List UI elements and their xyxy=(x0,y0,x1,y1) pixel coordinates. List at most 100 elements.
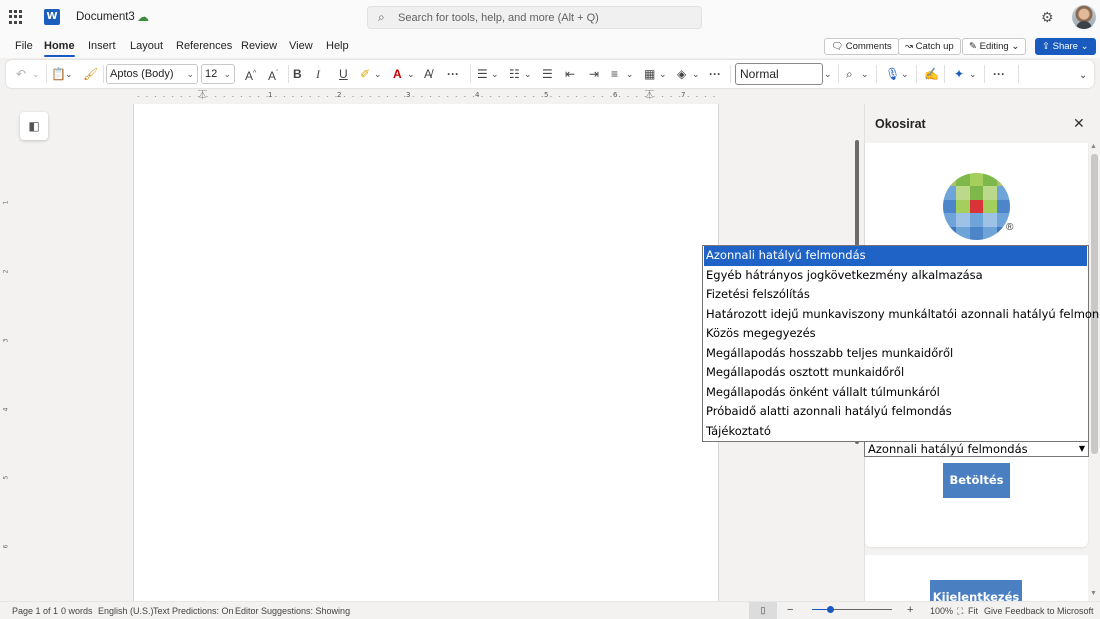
chevron-down-icon[interactable]: ⌄ xyxy=(901,67,909,81)
document-scrollbar[interactable] xyxy=(855,140,859,250)
shading-icon[interactable]: ◈ xyxy=(677,67,686,81)
style-box[interactable]: Normal xyxy=(735,63,823,85)
paste-dropdown-icon[interactable]: ⌄ xyxy=(65,67,73,81)
grow-font-icon[interactable]: A^ xyxy=(245,67,256,83)
styles-dropdown-icon[interactable]: ⌄ xyxy=(824,67,832,81)
document-page[interactable] xyxy=(133,104,719,601)
expand-ribbon-chevron-icon[interactable]: ⌄ xyxy=(1079,69,1087,83)
tab-insert[interactable]: Insert xyxy=(88,40,116,52)
search-box[interactable]: ⌕ Search for tools, help, and more (Alt … xyxy=(367,6,702,29)
divider xyxy=(944,65,945,83)
dropdown-option[interactable]: Egyéb hátrányos jogkövetkezmény alkalmaz… xyxy=(704,266,983,286)
editor-suggestions-status[interactable]: Editor Suggestions: Showing xyxy=(235,606,350,616)
chevron-down-icon[interactable]: ⌄ xyxy=(626,67,634,81)
italic-icon[interactable]: I xyxy=(316,67,320,81)
more-icon[interactable]: ··· xyxy=(709,67,721,81)
tab-file[interactable]: File xyxy=(15,40,33,52)
chevron-down-icon[interactable]: ⌄ xyxy=(524,67,532,81)
fit-button[interactable]: Fit xyxy=(968,606,978,616)
scroll-up-arrow-icon[interactable]: ▲ xyxy=(1090,143,1097,150)
chevron-down-icon[interactable]: ⌄ xyxy=(861,67,869,81)
text-predictions-status[interactable]: Text Predictions: On xyxy=(153,606,234,616)
more-icon[interactable]: ··· xyxy=(447,67,459,81)
chevron-down-icon[interactable]: ⌄ xyxy=(374,67,382,81)
tab-view[interactable]: View xyxy=(289,40,313,52)
zoom-level[interactable]: 100% xyxy=(930,606,953,616)
dropdown-option[interactable]: Megállapodás önként vállalt túlmunkáról xyxy=(704,383,940,403)
chevron-down-icon[interactable]: ⌄ xyxy=(659,67,667,81)
tab-help[interactable]: Help xyxy=(326,40,349,52)
avatar[interactable] xyxy=(1072,5,1096,29)
highlight-icon[interactable]: ✐ xyxy=(360,67,370,81)
font-size-box[interactable]: 12 ⌄ xyxy=(201,64,235,84)
tab-layout[interactable]: Layout xyxy=(130,40,163,52)
dropdown-option[interactable]: Fizetési felszólítás xyxy=(704,285,810,305)
cloud-saved-icon[interactable]: ☁ xyxy=(137,10,151,24)
app-launcher-icon[interactable] xyxy=(9,10,23,24)
close-icon[interactable]: ✕ xyxy=(1073,115,1085,132)
chevron-down-icon[interactable]: ⌄ xyxy=(692,67,700,81)
template-select[interactable]: Azonnali hatályú felmondás ▼ xyxy=(864,441,1089,457)
dropdown-option[interactable]: Közös megegyezés xyxy=(704,324,816,344)
undo-dropdown-icon[interactable]: ⌄ xyxy=(32,67,40,81)
language-status[interactable]: English (U.S.) xyxy=(98,606,154,616)
numbering-icon[interactable]: ☷ xyxy=(509,67,520,81)
underline-icon[interactable]: U xyxy=(339,67,348,81)
load-button[interactable]: Betöltés xyxy=(943,463,1010,498)
dropdown-option[interactable]: Határozott idejű munkaviszony munkáltató… xyxy=(704,305,1100,325)
zoom-slider-thumb[interactable] xyxy=(827,606,834,613)
navigation-pane-icon[interactable]: ◧ xyxy=(20,112,48,140)
print-layout-view-icon[interactable]: ▯ xyxy=(749,602,777,619)
dropdown-option[interactable]: Azonnali hatályú felmondás xyxy=(704,246,1087,266)
zoom-slider[interactable] xyxy=(812,609,892,610)
tab-references[interactable]: References xyxy=(176,40,232,52)
ruler-number: 7 xyxy=(681,91,686,99)
increase-indent-icon[interactable]: ⇥ xyxy=(589,67,599,81)
settings-gear-icon[interactable]: ⚙ xyxy=(1041,9,1054,26)
comments-button[interactable]: 🗨 Comments xyxy=(824,38,899,55)
copilot-icon[interactable]: ✦ xyxy=(954,67,964,81)
align-icon[interactable]: ≡ xyxy=(611,67,618,81)
chevron-down-icon[interactable]: ⌄ xyxy=(969,67,977,81)
dictate-microphone-icon[interactable]: 🎙 xyxy=(885,67,900,81)
word-count[interactable]: 0 words xyxy=(61,606,93,616)
bold-icon[interactable]: B xyxy=(293,67,302,81)
zoom-out-icon[interactable]: − xyxy=(787,604,793,616)
editing-mode-button[interactable]: ✎ Editing ⌄ xyxy=(962,38,1027,55)
tab-home[interactable]: Home xyxy=(44,40,75,57)
shrink-font-icon[interactable]: Aˇ xyxy=(268,67,278,83)
editor-icon[interactable]: ✍ xyxy=(924,67,939,81)
dropdown-option[interactable]: Próbaidő alatti azonnali hatályú felmond… xyxy=(704,402,952,422)
find-icon[interactable]: ⌕ xyxy=(846,67,853,81)
zoom-in-icon[interactable]: + xyxy=(907,604,913,616)
page-count[interactable]: Page 1 of 1 xyxy=(12,606,58,616)
decrease-indent-icon[interactable]: ⇤ xyxy=(565,67,575,81)
undo-icon[interactable]: ↶ xyxy=(16,67,26,81)
scroll-down-arrow-icon[interactable]: ▼ xyxy=(1090,590,1097,597)
multilevel-list-icon[interactable]: ☰ xyxy=(542,67,553,81)
feedback-link[interactable]: Give Feedback to Microsoft xyxy=(984,606,1094,616)
share-button[interactable]: ⇪ Share ⌄ xyxy=(1035,38,1096,55)
font-name-box[interactable]: Aptos (Body) ⌄ xyxy=(106,64,198,84)
chevron-down-icon[interactable]: ⌄ xyxy=(491,67,499,81)
paste-icon[interactable]: 📋 xyxy=(51,67,66,81)
borders-icon[interactable]: ▦ xyxy=(644,67,655,81)
fit-icon[interactable]: ⛶ xyxy=(957,606,963,617)
more-options-icon[interactable]: ··· xyxy=(993,67,1005,81)
tab-review[interactable]: Review xyxy=(241,40,277,52)
left-indent-marker-icon[interactable]: ⏄ xyxy=(198,88,207,101)
logout-button[interactable]: Kijelentkezés xyxy=(930,580,1022,601)
bullets-icon[interactable]: ☰ xyxy=(477,67,488,81)
dropdown-option[interactable]: Megállapodás osztott munkaidőről xyxy=(704,363,904,383)
font-color-icon[interactable]: A xyxy=(393,67,402,81)
chevron-down-icon[interactable]: ⌄ xyxy=(407,67,415,81)
clear-formatting-icon[interactable]: A̸ xyxy=(424,67,432,81)
divider xyxy=(470,65,471,83)
dropdown-option[interactable]: Tájékoztató xyxy=(704,422,771,442)
share-label: Share xyxy=(1052,41,1078,52)
dropdown-option[interactable]: Megállapodás hosszabb teljes munkaidőről xyxy=(704,344,953,364)
right-indent-marker-icon[interactable]: ⏄ xyxy=(645,88,654,101)
document-name[interactable]: Document3 xyxy=(76,11,135,23)
format-painter-icon[interactable]: 🖌 xyxy=(83,67,98,81)
catch-up-button[interactable]: ↝ Catch up xyxy=(898,38,961,55)
